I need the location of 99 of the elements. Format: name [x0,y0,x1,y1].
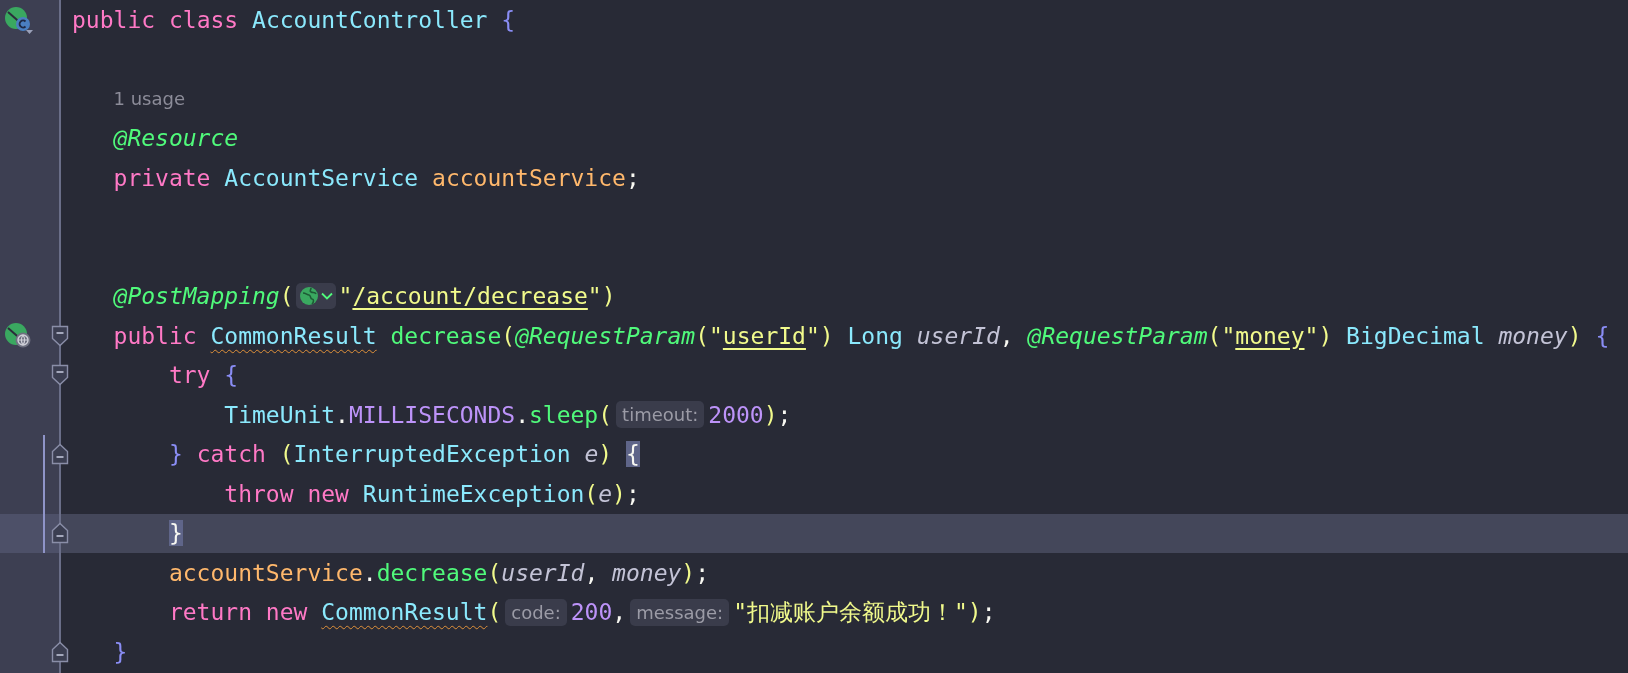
brace: { [625,441,640,468]
string-literal: " [805,322,820,349]
parameter-name: money [1498,322,1568,349]
number-literal: 2000 [708,401,764,428]
method-name: sleep [529,401,599,428]
class-name: InterruptedException [293,441,571,468]
fold-icon[interactable] [51,324,69,347]
punctuation: ; [695,559,710,586]
punctuation: . [515,401,529,428]
fold-icon[interactable] [51,640,69,663]
string-literal: " [338,283,353,310]
class-name: CommonResult [321,599,488,626]
parenthesis: ) [612,480,626,507]
globe-icon [298,286,319,307]
parenthesis: ( [501,322,516,349]
parameter-hint[interactable]: message: [630,598,730,626]
keyword: class [168,6,239,33]
annotation: @PostMapping [113,283,280,310]
number-literal: 200 [570,599,613,626]
fold-icon[interactable] [51,443,69,466]
brace: } [113,638,128,665]
string-literal: " [1304,322,1319,349]
parameter-hint[interactable]: timeout: [616,401,705,429]
class-name: BigDecimal [1346,322,1485,349]
field-name: accountService [168,559,363,586]
parameter-name: e [584,441,599,468]
keyword: return [168,599,252,626]
keyword: try [168,362,211,389]
parameter-name: userId [501,559,585,586]
class-name: TimeUnit [224,401,336,428]
parenthesis: ( [584,480,599,507]
string-literal: /account/decrease [352,283,588,310]
punctuation: ; [981,599,996,626]
punctuation: . [335,401,349,428]
keyword: throw [224,480,294,507]
parameter-hint[interactable]: code: [505,598,567,626]
punctuation: ; [625,480,640,507]
class-name: AccountController [252,6,488,33]
fold-icon[interactable] [51,522,69,545]
punctuation: , [584,559,599,586]
annotation: @RequestParam [1027,322,1208,349]
parenthesis: ) [601,283,616,310]
punctuation: ; [777,401,792,428]
annotation: @RequestParam [515,322,696,349]
class-gutter-icon[interactable] [4,5,34,34]
class-name: RuntimeException [362,480,585,507]
change-marker[interactable] [43,434,45,474]
field-name: accountService [432,164,626,191]
brace: } [168,520,183,547]
keyword: new [265,599,308,626]
punctuation: ; [625,164,640,191]
class-name: Long [847,322,903,349]
url-inlay-button[interactable] [295,283,336,310]
parenthesis: ) [681,559,696,586]
punctuation: , [612,599,627,626]
class-name: CommonResult [210,322,377,349]
keyword: catch [196,441,266,468]
change-marker[interactable] [43,474,45,514]
parenthesis: ( [279,441,294,468]
annotation: @Resource [113,125,239,152]
parenthesis: ) [763,401,778,428]
parameter-name: money [612,559,682,586]
keyword: private [113,164,211,191]
chevron-icon [320,292,333,301]
parenthesis: ) [1318,322,1333,349]
fold-icon[interactable] [51,364,69,387]
brace: { [501,6,516,33]
string-literal: "扣减账户余额成功！" [733,597,968,627]
brace: { [224,362,239,389]
punctuation: , [999,322,1014,349]
method-name: decrease [390,322,502,349]
usage-count[interactable]: 1 usage [113,88,186,110]
parameter-name: e [598,480,613,507]
parenthesis: ( [487,599,502,626]
constant-name: MILLISECONDS [348,401,516,428]
string-literal: " [587,283,602,310]
parenthesis: ( [487,559,502,586]
string-literal: " [1221,322,1236,349]
keyword: new [307,480,349,507]
parenthesis: ) [598,441,613,468]
method-name: decrease [376,559,488,586]
brace: } [168,441,183,468]
parenthesis: ( [598,401,613,428]
change-marker[interactable] [43,513,45,553]
class-name: AccountService [224,164,419,191]
parenthesis: ( [1207,322,1222,349]
keyword: public [72,6,156,33]
parenthesis: ( [695,322,709,349]
string-literal: userId [722,322,806,349]
keyword: public [113,322,197,349]
string-literal: money [1235,322,1305,349]
string-literal: " [709,322,723,349]
punctuation: . [362,559,377,586]
parenthesis: ) [967,599,982,626]
parenthesis: ) [1567,322,1582,349]
brace: { [1595,322,1610,349]
parenthesis: ) [819,322,834,349]
parameter-name: userId [916,322,1000,349]
parenthesis: ( [279,283,294,310]
